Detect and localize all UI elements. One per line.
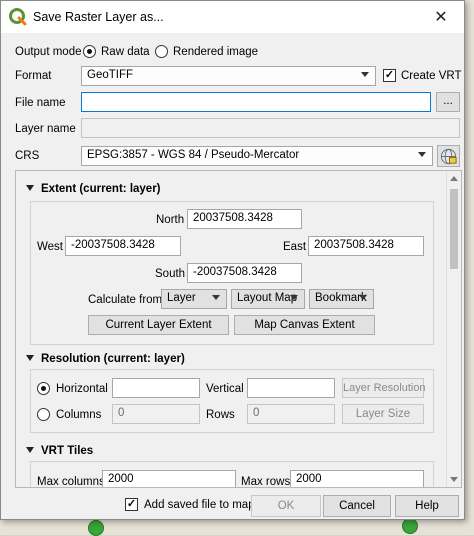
format-value: GeoTIFF (87, 69, 134, 81)
rendered-image-radio[interactable] (155, 45, 168, 58)
rows-input[interactable]: 0 (247, 404, 335, 424)
max-rows-label: Max rows (241, 476, 291, 488)
save-raster-dialog: Save Raster Layer as... ✕ Output mode Ra… (0, 0, 465, 520)
south-label: South (155, 268, 186, 280)
extent-section-header[interactable]: Extent (current: layer) (26, 183, 161, 195)
chevron-down-icon (361, 72, 369, 77)
map-point-marker (402, 518, 418, 534)
south-input[interactable]: -20037508.3428 (187, 263, 302, 283)
layer-size-button[interactable]: Layer Size (342, 404, 424, 424)
add-saved-file-checkbox[interactable]: ✓ (125, 498, 138, 511)
format-select[interactable]: GeoTIFF (81, 66, 376, 86)
west-label: West (37, 241, 63, 253)
layer-dropdown-button[interactable]: Layer (161, 289, 227, 309)
format-label: Format (15, 70, 52, 82)
north-label: North (156, 214, 185, 226)
crs-value: EPSG:3857 - WGS 84 / Pseudo-Mercator (87, 149, 300, 161)
chevron-down-icon (212, 295, 220, 300)
vertical-input[interactable] (247, 378, 335, 398)
max-rows-input[interactable]: 2000 (290, 470, 424, 487)
calculate-from-label: Calculate from (88, 294, 163, 306)
horizontal-input[interactable] (112, 378, 200, 398)
help-button[interactable]: Help (395, 495, 459, 517)
map-point-marker (88, 520, 104, 536)
bookmark-dropdown-button[interactable]: Bookmark (309, 289, 374, 309)
east-label: East (283, 241, 307, 253)
columns-input[interactable]: 0 (112, 404, 200, 424)
extent-header-text: Extent (current: layer) (41, 183, 161, 195)
crs-label: CRS (15, 150, 40, 162)
max-columns-label: Max columns (37, 476, 105, 488)
chevron-down-icon (290, 295, 298, 300)
layer-name-label: Layer name (15, 123, 76, 135)
scroll-down-icon[interactable] (450, 477, 458, 482)
file-name-input[interactable] (81, 92, 431, 112)
crs-select-button[interactable] (437, 145, 460, 167)
crs-select[interactable]: EPSG:3857 - WGS 84 / Pseudo-Mercator (81, 146, 433, 166)
vrt-tiles-section-header[interactable]: VRT Tiles (26, 445, 93, 457)
raw-data-radio[interactable] (83, 45, 96, 58)
file-name-label: File name (15, 97, 66, 109)
horizontal-radio[interactable] (37, 382, 50, 395)
horizontal-label: Horizontal (56, 383, 108, 395)
current-layer-extent-button[interactable]: Current Layer Extent (88, 315, 229, 335)
layout-map-dropdown-button[interactable]: Layout Map (231, 289, 305, 309)
resolution-section-header[interactable]: Resolution (current: layer) (26, 353, 185, 365)
vrt-tiles-header-text: VRT Tiles (41, 445, 94, 457)
north-input[interactable]: 20037508.3428 (187, 209, 302, 229)
create-vrt-label: Create VRT (401, 70, 462, 82)
columns-radio[interactable] (37, 408, 50, 421)
vertical-label: Vertical (206, 383, 244, 395)
globe-icon (440, 148, 457, 165)
resolution-header-text: Resolution (current: layer) (41, 353, 185, 365)
map-canvas-extent-button[interactable]: Map Canvas Extent (234, 315, 375, 335)
east-input[interactable]: 20037508.3428 (308, 236, 424, 256)
vertical-scrollbar[interactable] (446, 171, 461, 487)
add-saved-file-label: Add saved file to map (144, 499, 255, 511)
cancel-button[interactable]: Cancel (323, 495, 391, 517)
output-mode-label: Output mode (15, 46, 82, 58)
west-input[interactable]: -20037508.3428 (65, 236, 181, 256)
window-title: Save Raster Layer as... (33, 10, 164, 24)
rendered-image-label: Rendered image (173, 46, 259, 58)
collapse-triangle-icon (26, 185, 34, 191)
rows-label: Rows (206, 409, 235, 421)
raw-data-label: Raw data (101, 46, 150, 58)
columns-label: Columns (56, 409, 102, 421)
scroll-thumb[interactable] (450, 189, 458, 269)
create-vrt-checkbox[interactable]: ✓ (383, 69, 396, 82)
qgis-logo-icon (9, 8, 27, 26)
options-scroll-panel[interactable]: Extent (current: layer) North 20037508.3… (15, 170, 462, 488)
close-icon[interactable]: ✕ (418, 1, 464, 33)
layer-name-input[interactable] (81, 118, 460, 138)
chevron-down-icon (359, 295, 367, 300)
layer-dropdown-label: Layer (167, 292, 196, 304)
collapse-triangle-icon (26, 355, 34, 361)
layer-resolution-button[interactable]: Layer Resolution (342, 378, 426, 398)
scroll-up-icon[interactable] (450, 176, 458, 181)
chevron-down-icon (418, 152, 426, 157)
layout-map-label: Layout Map (237, 292, 298, 304)
title-bar: Save Raster Layer as... ✕ (1, 1, 464, 33)
max-columns-input[interactable]: 2000 (102, 470, 236, 487)
browse-button[interactable]: ... (436, 92, 460, 112)
collapse-triangle-icon (26, 447, 34, 453)
ok-button[interactable]: OK (251, 495, 321, 517)
